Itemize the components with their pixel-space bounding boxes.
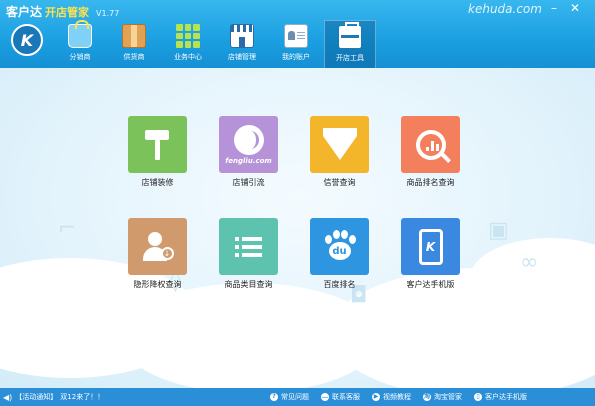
notice-label: 【活动通知】: [15, 393, 58, 401]
tile-box: [219, 218, 278, 275]
box-icon: [122, 24, 146, 48]
speaker-icon: ◀): [3, 392, 13, 402]
app-subtitle: 开店管家: [45, 6, 90, 19]
toolkit-icon: [338, 22, 362, 49]
status-link-label: 常见问题: [281, 393, 309, 401]
status-link-label: 视频教程: [383, 393, 411, 401]
nav-item-label: 业务中心: [174, 53, 202, 61]
phone-caption: K: [425, 239, 436, 254]
high-heel-icon: ⌐: [58, 216, 77, 241]
tool-label: 店铺装修: [141, 178, 174, 187]
tool-label: 店铺引流: [232, 178, 265, 187]
nav-item-supplier[interactable]: 供货商: [108, 20, 160, 68]
paint-roller-icon: [141, 128, 175, 162]
shopping-bag-icon: [68, 20, 92, 48]
tool-label: 客户达手机版: [406, 280, 455, 289]
tool-label: 商品排名查询: [406, 178, 455, 187]
mobile-app-link[interactable]: ▯ 客户达手机版: [474, 392, 527, 402]
status-bar: ◀) 【活动通知】 双12来了！！ ? 常见问题 … 联系客服 ▶ 视频教程 淘…: [0, 388, 595, 406]
nav-item-my-account[interactable]: 我的账户: [270, 20, 322, 68]
video-tutorial-link[interactable]: ▶ 视频教程: [372, 392, 411, 402]
nav-item-label: 开店工具: [336, 54, 364, 62]
user-download-icon: ↓: [141, 230, 175, 264]
app-title: 客户达 开店管家 V1.77: [6, 3, 119, 20]
tool-label: 信誉查询: [323, 178, 356, 187]
id-card-icon: [284, 24, 308, 48]
tile-box: [310, 116, 369, 173]
video-icon: ▶: [372, 393, 380, 401]
nav-item-business-center[interactable]: 业务中心: [162, 20, 214, 68]
mobile-phone-icon: K: [418, 228, 443, 265]
tool-label: 百度排名: [323, 280, 356, 289]
tile-box: du: [310, 218, 369, 275]
tile-box: ↓: [128, 218, 187, 275]
tile-box: [128, 116, 187, 173]
status-link-label: 淘宝管家: [434, 393, 462, 401]
faq-link[interactable]: ? 常见问题: [270, 392, 309, 402]
chart-magnifier-icon: [415, 129, 446, 160]
taobao-icon: 淘: [423, 393, 431, 401]
tile-box: [401, 116, 460, 173]
main-nav: 分销商 供货商 业务中心 店铺管理 我的账户 开店工具: [54, 20, 378, 68]
close-button[interactable]: ✕: [569, 2, 581, 14]
status-links: ? 常见问题 … 联系客服 ▶ 视频教程 淘 淘宝管家 ▯ 客户达手机版: [270, 388, 527, 406]
logo-letter: K: [20, 30, 34, 50]
tool-credit-query[interactable]: 信誉查询: [308, 116, 371, 188]
shirt-icon: ▣: [488, 218, 509, 243]
storefront-icon: [230, 24, 254, 48]
notice-text: 双12来了！！: [60, 393, 105, 401]
tool-label: 商品类目查询: [224, 280, 273, 289]
tile-box: fengliu.com: [219, 116, 278, 173]
glasses-icon: ∞: [520, 250, 539, 275]
diamond-icon: [322, 127, 357, 160]
tile-box: K: [401, 218, 460, 275]
tile-caption: fengliu.com: [225, 157, 272, 165]
status-link-label: 联系客服: [332, 393, 360, 401]
phone-icon: ▯: [474, 393, 482, 401]
nav-item-distributor[interactable]: 分销商: [54, 20, 106, 68]
tool-store-decoration[interactable]: 店铺装修: [126, 116, 189, 188]
tool-product-ranking[interactable]: 商品排名查询: [399, 116, 462, 188]
window-controls: – ✕: [548, 2, 581, 14]
nav-item-label: 供货商: [123, 53, 145, 61]
list-icon: [235, 237, 262, 257]
taobao-manager-link[interactable]: 淘 淘宝管家: [423, 392, 462, 402]
site-url: kehuda.com: [468, 2, 542, 16]
nav-item-label: 我的账户: [282, 53, 310, 61]
baidu-paw-icon: du: [322, 229, 358, 264]
fengliu-logo-icon: [233, 124, 264, 155]
tools-panel: ⌐ ◊ ◘ ▣ ∞ 店铺装修 fengliu.com 店铺引流 信誉查询 商品排…: [0, 68, 595, 388]
grid-icon: [176, 24, 200, 48]
minimize-button[interactable]: –: [548, 2, 560, 14]
nav-item-label: 店铺管理: [228, 53, 256, 61]
chat-icon: …: [321, 393, 329, 401]
tool-hidden-demotion[interactable]: ↓ 隐形降权查询: [126, 218, 189, 290]
nav-item-store-management[interactable]: 店铺管理: [216, 20, 268, 68]
tool-category-query[interactable]: 商品类目查询: [217, 218, 280, 290]
app-logo: K: [11, 24, 43, 56]
nav-item-store-tools[interactable]: 开店工具: [324, 20, 376, 68]
tool-baidu-ranking[interactable]: du 百度排名: [308, 218, 371, 290]
status-link-label: 客户达手机版: [485, 393, 527, 401]
tool-label: 隐形降权查询: [133, 280, 182, 289]
tool-grid: 店铺装修 fengliu.com 店铺引流 信誉查询 商品排名查询 ↓ 隐形降权…: [126, 116, 462, 290]
title-bar: 客户达 开店管家 V1.77 kehuda.com – ✕ K 分销商 供货商 …: [0, 0, 595, 68]
nav-item-label: 分销商: [69, 53, 91, 61]
app-name: 客户达: [6, 5, 43, 19]
app-version: V1.77: [96, 9, 120, 18]
activity-notice[interactable]: ◀) 【活动通知】 双12来了！！: [3, 392, 104, 402]
tool-store-traffic[interactable]: fengliu.com 店铺引流: [217, 116, 280, 188]
tool-mobile-app[interactable]: K 客户达手机版: [399, 218, 462, 290]
baidu-caption: du: [328, 241, 351, 260]
question-icon: ?: [270, 393, 278, 401]
download-icon: ↓: [160, 246, 174, 260]
contact-support-link[interactable]: … 联系客服: [321, 392, 360, 402]
